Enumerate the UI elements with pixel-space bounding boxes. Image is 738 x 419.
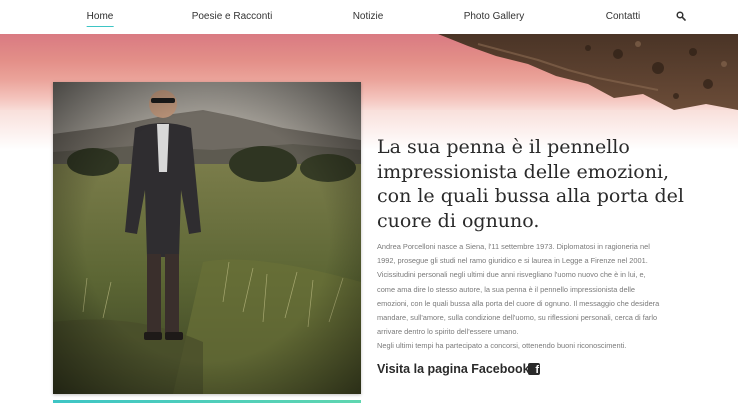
nav-notizie-label: Notizie xyxy=(352,11,384,22)
facebook-glyph: f xyxy=(535,364,539,376)
facebook-page-link[interactable]: Visita la pagina Facebook xyxy=(377,362,530,376)
nav-photo-gallery-label: Photo Gallery xyxy=(463,11,525,22)
active-underline xyxy=(86,26,114,27)
nav-notizie[interactable]: Notizie xyxy=(353,11,384,22)
bio-line: Negli ultimi tempi ha partecipato a conc… xyxy=(377,341,627,351)
nav-home-label: Home xyxy=(86,11,114,22)
search-icon[interactable] xyxy=(676,11,686,21)
rock-formation-image xyxy=(438,34,738,110)
headline-line: impressionista delle emozioni, xyxy=(377,160,670,183)
nav-contatti-label: Contatti xyxy=(605,11,641,22)
bio-line: mandare, sull'amore, sulla condizione de… xyxy=(377,313,658,323)
headline-line: con le quali bussa alla porta del xyxy=(377,185,684,207)
nav-photo-gallery[interactable]: Photo Gallery xyxy=(464,11,525,22)
top-navigation: Home Poesie e Racconti Notizie Photo Gal… xyxy=(0,0,738,34)
headline-line: La sua penna è il pennello xyxy=(377,136,630,158)
photo-accent-bar xyxy=(53,400,361,403)
bio-line: emozioni, con le quali bussa alla porta … xyxy=(377,298,660,308)
bio-line: Vicissitudini personali negli ultimi due… xyxy=(377,270,646,280)
author-bio: Andrea Porcelloni nasce a Siena, l'11 se… xyxy=(377,240,707,354)
intro-headline: La sua penna è il pennello impressionist… xyxy=(377,135,707,233)
author-photo xyxy=(53,82,361,394)
headline-line: cuore di ognuno. xyxy=(377,209,540,232)
bio-line: 1992, prosegue gli studi nel ramo giurid… xyxy=(377,256,648,266)
nav-home[interactable]: Home xyxy=(86,11,114,27)
bio-line: arrivare dentro lo spirito dell'essere u… xyxy=(377,327,519,337)
nav-contatti[interactable]: Contatti xyxy=(606,11,640,22)
bio-line: Andrea Porcelloni nasce a Siena, l'11 se… xyxy=(377,242,650,251)
facebook-icon[interactable]: f xyxy=(528,363,540,376)
nav-poesie-label: Poesie e Racconti xyxy=(191,11,273,22)
bio-line: come ama dire lo stesso autore, la sua p… xyxy=(377,284,635,294)
nav-poesie-e-racconti[interactable]: Poesie e Racconti xyxy=(192,11,273,22)
